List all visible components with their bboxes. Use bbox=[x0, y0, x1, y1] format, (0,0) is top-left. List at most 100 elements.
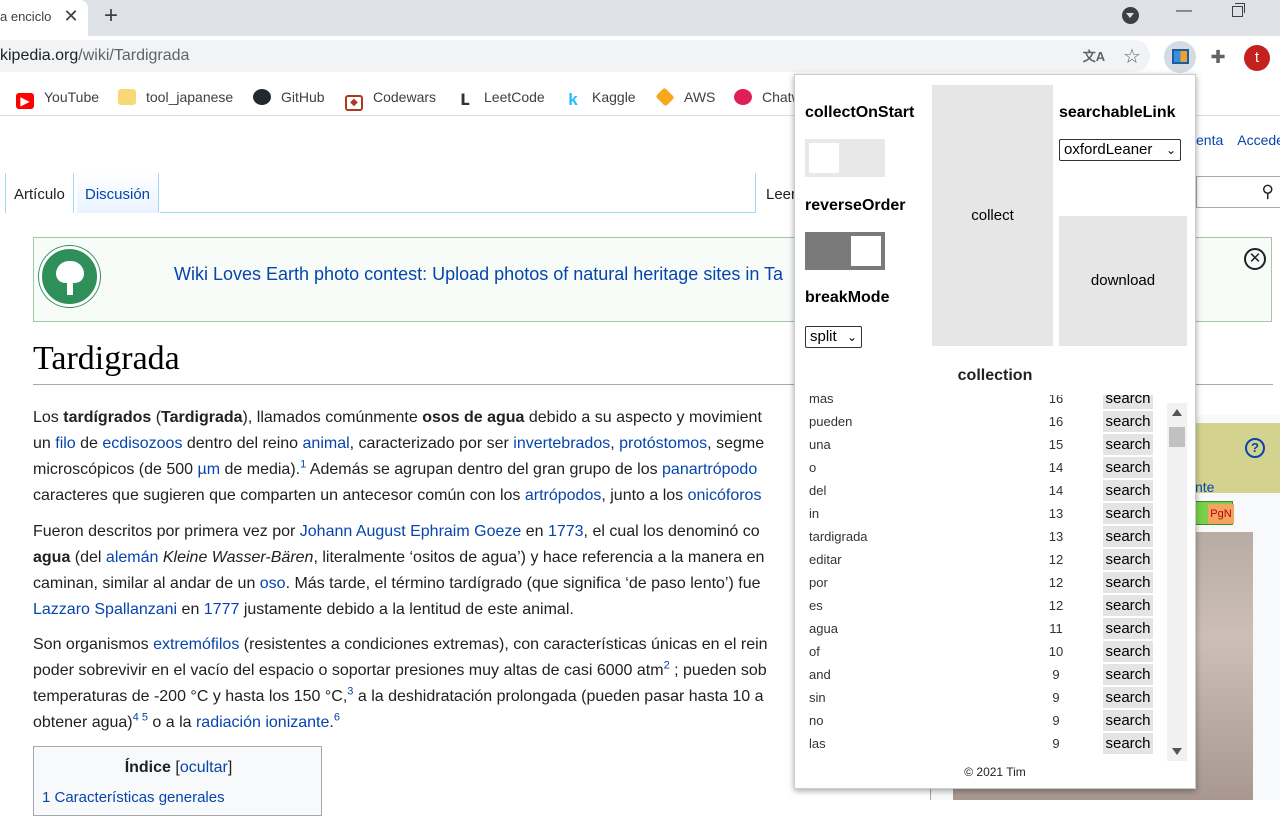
page-tabs: Artículo Discusión bbox=[0, 173, 790, 213]
collection-word: editar bbox=[809, 552, 842, 567]
wiki-search-input[interactable]: ⚲ bbox=[1196, 176, 1280, 208]
search-button[interactable]: search bbox=[1103, 526, 1153, 547]
reverse-order-toggle[interactable] bbox=[805, 232, 885, 270]
collection-count: 14 bbox=[1048, 483, 1064, 498]
toc-toggle[interactable]: ocultar bbox=[180, 759, 228, 776]
table-of-contents: Índice [ocultar] 1 Características gener… bbox=[33, 746, 322, 816]
list-item: and 9 search bbox=[805, 663, 1167, 686]
search-button[interactable]: search bbox=[1103, 641, 1153, 662]
chatwork-icon bbox=[734, 89, 752, 105]
search-button[interactable]: search bbox=[1103, 572, 1153, 593]
scroll-thumb[interactable] bbox=[1169, 427, 1185, 447]
collection-word: no bbox=[809, 713, 824, 728]
list-item: agua 11 search bbox=[805, 617, 1167, 640]
bookmark-youtube[interactable]: ▶ YouTube bbox=[16, 87, 99, 109]
bookmark-star-icon[interactable]: ☆ bbox=[1120, 45, 1144, 69]
close-banner-icon[interactable]: ✕ bbox=[1244, 248, 1266, 270]
collect-on-start-toggle[interactable] bbox=[805, 139, 885, 177]
timeline-badge: PgN bbox=[1208, 504, 1234, 524]
bookmark-codewars[interactable]: ◆ Codewars bbox=[345, 87, 437, 111]
help-icon[interactable]: ? bbox=[1245, 438, 1265, 458]
collection-word: of bbox=[809, 644, 820, 659]
toc-heading: Índice [ocultar] bbox=[124, 759, 233, 776]
scroll-up-icon[interactable] bbox=[1172, 409, 1182, 416]
youtube-icon: ▶ bbox=[16, 93, 34, 109]
personal-links: enta Acceder bbox=[1196, 132, 1280, 148]
search-button[interactable]: search bbox=[1103, 595, 1153, 616]
browser-toolbar: kipedia.org/wiki/Tardigrada 文A ☆ ✚ bbox=[0, 36, 1280, 78]
link-contributions[interactable]: enta bbox=[1196, 132, 1223, 148]
search-button[interactable]: search bbox=[1103, 733, 1153, 754]
banner-link[interactable]: Wiki Loves Earth photo contest: Upload p… bbox=[174, 264, 794, 285]
tab-discussion[interactable]: Discusión bbox=[77, 173, 160, 213]
close-tab-icon[interactable]: ✕ bbox=[62, 5, 80, 27]
bookmark-label: Kaggle bbox=[592, 89, 636, 105]
tab-search-icon[interactable] bbox=[1122, 7, 1139, 24]
folder-icon bbox=[118, 89, 136, 105]
bookmark-github[interactable]: GitHub bbox=[253, 87, 325, 107]
search-icon[interactable]: ⚲ bbox=[1262, 182, 1274, 202]
browser-tab[interactable]: a enciclo ✕ bbox=[0, 0, 88, 36]
collection-scrollbar[interactable] bbox=[1167, 403, 1187, 761]
searchable-link-label: searchableLink bbox=[1059, 104, 1176, 121]
collect-button[interactable]: collect bbox=[932, 85, 1053, 346]
bookmark-label: Codewars bbox=[373, 89, 437, 105]
address-bar[interactable]: kipedia.org/wiki/Tardigrada bbox=[0, 40, 1150, 72]
tab-divider bbox=[160, 212, 756, 213]
extension-icon[interactable] bbox=[1172, 49, 1189, 64]
list-item: del 14 search bbox=[805, 479, 1167, 502]
collection-word: una bbox=[809, 437, 831, 452]
bookmark-kaggle[interactable]: k Kaggle bbox=[564, 87, 636, 108]
break-mode-label: breakMode bbox=[805, 289, 890, 306]
collection-count: 14 bbox=[1048, 460, 1064, 475]
download-button[interactable]: download bbox=[1059, 216, 1187, 346]
tab-read[interactable]: Leer bbox=[766, 186, 796, 203]
toggle-knob bbox=[851, 236, 881, 266]
restore-icon[interactable] bbox=[1232, 3, 1245, 17]
search-button[interactable]: search bbox=[1103, 503, 1153, 524]
search-button[interactable]: search bbox=[1103, 549, 1153, 570]
tab-article[interactable]: Artículo bbox=[5, 173, 74, 213]
page-title: Tardigrada bbox=[33, 340, 180, 377]
new-tab-icon[interactable]: + bbox=[104, 3, 118, 29]
infobox-link[interactable]: nte bbox=[1195, 479, 1214, 495]
chevron-down-icon: ⌄ bbox=[846, 330, 857, 344]
list-item: más 16 search bbox=[805, 395, 1167, 410]
bookmark-tool-japanese[interactable]: tool_japanese bbox=[118, 87, 233, 107]
break-mode-select[interactable]: split ⌄ bbox=[805, 326, 862, 348]
collection-count: 12 bbox=[1048, 598, 1064, 613]
search-button[interactable]: search bbox=[1103, 411, 1153, 432]
kaggle-icon: k bbox=[564, 91, 582, 108]
search-button[interactable]: search bbox=[1103, 480, 1153, 501]
github-icon bbox=[253, 89, 271, 105]
search-button[interactable]: search bbox=[1103, 618, 1153, 639]
list-item: no 9 search bbox=[805, 709, 1167, 732]
bookmark-aws[interactable]: AWS bbox=[655, 87, 715, 107]
list-item: of 10 search bbox=[805, 640, 1167, 663]
popup-footer: © 2021 Tim bbox=[964, 765, 1026, 779]
bookmark-chatwork[interactable]: Chatw bbox=[734, 87, 802, 107]
search-button[interactable]: search bbox=[1103, 687, 1153, 708]
extensions-puzzle-icon[interactable]: ✚ bbox=[1206, 45, 1230, 69]
translate-icon[interactable]: 文A bbox=[1082, 45, 1106, 69]
minimize-icon[interactable]: — bbox=[1176, 2, 1192, 20]
profile-avatar[interactable]: t bbox=[1244, 45, 1270, 71]
search-button[interactable]: search bbox=[1103, 457, 1153, 478]
scroll-down-icon[interactable] bbox=[1172, 748, 1182, 755]
tree-logo-icon bbox=[39, 246, 100, 307]
search-button[interactable]: search bbox=[1103, 664, 1153, 685]
collection-word: and bbox=[809, 667, 831, 682]
search-button[interactable]: search bbox=[1103, 710, 1153, 731]
list-item: in 13 search bbox=[805, 502, 1167, 525]
search-button[interactable]: search bbox=[1103, 395, 1153, 409]
collection-count: 10 bbox=[1048, 644, 1064, 659]
bookmark-leetcode[interactable]: ᒪ LeetCode bbox=[456, 87, 545, 109]
collect-on-start-label: collectOnStart bbox=[805, 104, 915, 121]
collection-word: por bbox=[809, 575, 828, 590]
collection-word: in bbox=[809, 506, 820, 521]
list-item: una 15 search bbox=[805, 433, 1167, 456]
link-login[interactable]: Acceder bbox=[1237, 132, 1280, 148]
toc-item[interactable]: 1 Características generales bbox=[42, 789, 225, 806]
searchable-link-select[interactable]: oxfordLeaner ⌄ bbox=[1059, 139, 1181, 161]
search-button[interactable]: search bbox=[1103, 434, 1153, 455]
